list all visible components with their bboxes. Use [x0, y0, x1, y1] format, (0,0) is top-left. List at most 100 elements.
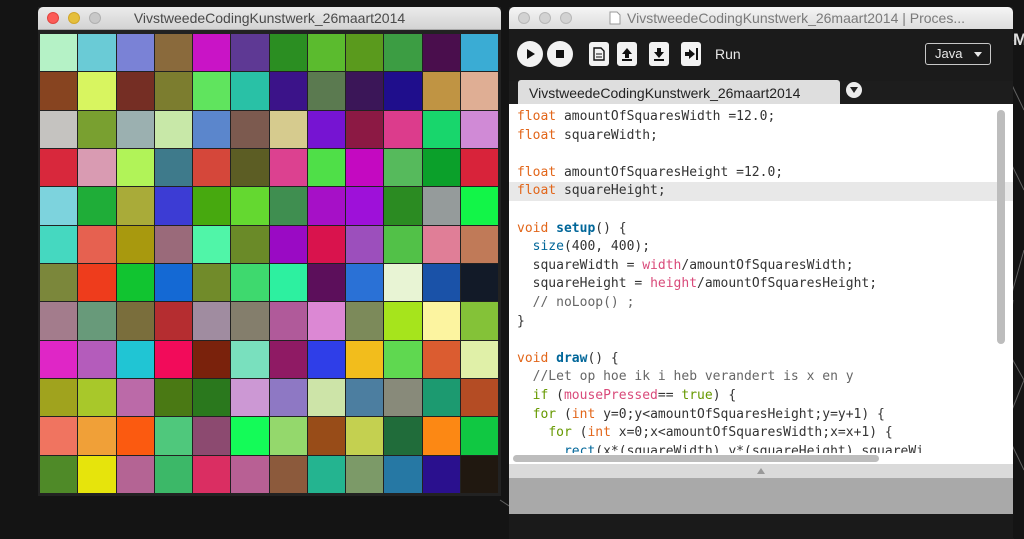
grid-square [422, 302, 461, 341]
grid-square [384, 455, 423, 494]
grid-square [384, 417, 423, 456]
grid-square [40, 340, 79, 379]
grid-square [116, 263, 155, 303]
grid-square [193, 187, 232, 226]
ide-window-title: VivstweedeCodingKunstwerk_26maart2014 | … [627, 10, 966, 26]
grid-square [40, 110, 79, 149]
stop-icon [556, 50, 564, 58]
grid-square [346, 187, 385, 226]
ide-titlebar[interactable]: VivstweedeCodingKunstwerk_26maart2014 | … [509, 7, 1013, 30]
grid-square [40, 417, 79, 456]
grid-square [78, 302, 117, 341]
grid-square [384, 302, 423, 341]
grid-square [460, 110, 499, 149]
mode-select-value: Java [935, 46, 963, 61]
grid-square [460, 72, 499, 111]
grid-square [231, 187, 270, 226]
sketch-canvas[interactable] [40, 34, 499, 494]
grid-square [269, 302, 308, 341]
grid-square [40, 34, 79, 73]
grid-square [307, 148, 346, 188]
grid-square [346, 225, 385, 264]
grid-square [154, 72, 193, 111]
grid-square [116, 148, 155, 188]
zoom-button[interactable] [560, 12, 572, 24]
grid-square [78, 263, 117, 303]
grid-square [269, 110, 308, 149]
grid-square [193, 302, 232, 341]
ide-title-wrap: VivstweedeCodingKunstwerk_26maart2014 | … [609, 10, 1013, 26]
grid-square [193, 455, 232, 494]
horizontal-scrollbar[interactable] [513, 455, 879, 462]
tab-sketch[interactable]: VivstweedeCodingKunstwerk_26maart2014 [518, 80, 840, 104]
grid-square [231, 378, 270, 418]
grid-square [40, 302, 79, 341]
arrow-down-icon [654, 48, 664, 61]
grid-square [346, 455, 385, 494]
grid-square [78, 187, 117, 226]
grid-square [307, 455, 346, 494]
ide-toolbar: Run Java [509, 29, 1013, 81]
grid-square [269, 455, 308, 494]
export-button[interactable] [681, 42, 701, 66]
toolbar-status-label: Run [715, 46, 741, 62]
grid-square [154, 263, 193, 303]
grid-square [40, 455, 79, 494]
grid-square [346, 340, 385, 379]
grid-square [193, 417, 232, 456]
grid-square [384, 225, 423, 264]
code-line: if (mousePressed== true) { [532, 387, 737, 403]
grid-square [40, 225, 79, 264]
grid-square [78, 378, 117, 418]
open-button[interactable] [617, 42, 637, 66]
grid-square [384, 148, 423, 188]
grid-square [40, 148, 79, 188]
grid-square [307, 378, 346, 418]
stop-button[interactable] [547, 41, 573, 67]
vertical-scrollbar[interactable] [997, 110, 1005, 344]
grid-square [193, 378, 232, 418]
grid-square [116, 455, 155, 494]
tab-menu-button[interactable] [846, 82, 862, 98]
grid-square [422, 263, 461, 303]
grid-square [231, 455, 270, 494]
grid-square [116, 187, 155, 226]
grid-square [269, 378, 308, 418]
grid-square [460, 225, 499, 264]
grid-square [269, 340, 308, 379]
code-line: void draw() { [517, 350, 619, 366]
grid-square [116, 110, 155, 149]
close-button[interactable] [518, 12, 530, 24]
grid-square [231, 72, 270, 111]
code-line: squareWidth = width/amountOfSquaresWidth… [517, 257, 854, 273]
grid-square [269, 72, 308, 111]
run-button[interactable] [517, 41, 543, 67]
code-line: // noLoop() ; [532, 294, 635, 310]
code-editor[interactable]: float amountOfSquaresWidth =12.0; float s… [509, 104, 1013, 464]
sketch-titlebar[interactable]: VivstweedeCodingKunstwerk_26maart2014 [38, 7, 501, 30]
document-icon [609, 11, 621, 25]
grid-square [231, 34, 270, 73]
grid-square [78, 417, 117, 456]
new-button[interactable] [589, 42, 609, 66]
grid-square [307, 110, 346, 149]
minimize-button[interactable] [539, 12, 551, 24]
grid-square [231, 340, 270, 379]
grid-square [231, 225, 270, 264]
code-line: void setup() { [517, 220, 627, 236]
mode-select[interactable]: Java [925, 43, 991, 65]
grid-square [154, 302, 193, 341]
console-divider[interactable] [509, 464, 1013, 478]
grid-square [116, 72, 155, 111]
grid-square [116, 378, 155, 418]
save-button[interactable] [649, 42, 669, 66]
code-line: for (int y=0;y<amountOfSquaresHeight;y=y… [532, 406, 885, 422]
sketch-window[interactable]: VivstweedeCodingKunstwerk_26maart2014 [38, 7, 501, 496]
ide-window[interactable]: VivstweedeCodingKunstwerk_26maart2014 | … [509, 7, 1013, 539]
grid-square [154, 110, 193, 149]
play-icon [527, 49, 535, 59]
grid-square [40, 72, 79, 111]
grid-square [346, 378, 385, 418]
